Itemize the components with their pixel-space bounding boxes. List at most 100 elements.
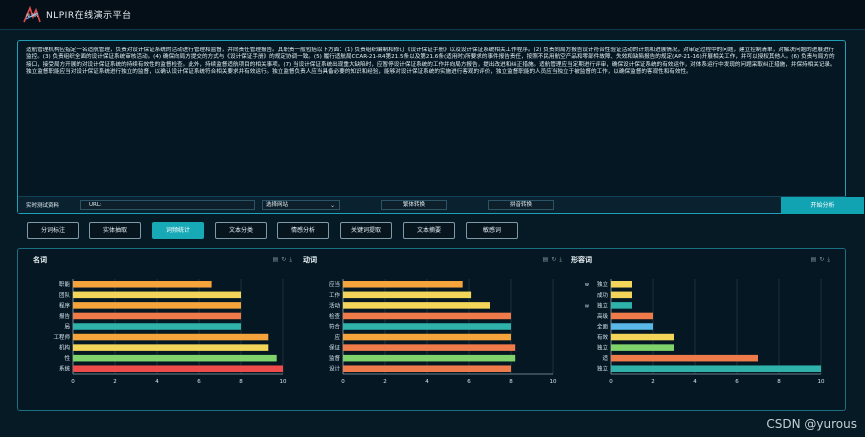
x-tick-label: 10	[550, 379, 557, 385]
start-analysis-button[interactable]: 开始分析	[781, 197, 864, 214]
x-tick-label: 6	[735, 379, 739, 385]
tab-keyword-extraction[interactable]: 关键词提取	[340, 222, 392, 239]
category-label: 活动	[329, 301, 341, 309]
charts-panel: 名词 ▤↻⤓ 0 2 4 6 8 10 职能 团队 程序 报告局工程师 机构性系统 动词 ▤↻⤓ 0…	[17, 248, 846, 411]
download-icon[interactable]: ⤓	[289, 256, 295, 263]
bar	[73, 312, 241, 320]
bar	[611, 344, 674, 351]
download-icon[interactable]: ⤓	[827, 256, 833, 263]
category-label: 独立	[597, 344, 609, 352]
noun-chart-title: 名词	[33, 256, 47, 264]
bar	[343, 323, 511, 330]
bar	[73, 365, 283, 372]
category-label: 应	[334, 333, 340, 341]
x-tick-label: 4	[693, 379, 697, 385]
category-label: 职能	[59, 280, 71, 288]
bar	[343, 291, 472, 299]
bar	[343, 302, 490, 309]
website-select-value: 选择网站	[266, 202, 289, 208]
input-text-area[interactable]: 适航管理机构应指定一名适航管理，负责对设计保证系统的活动进行管理和监督，并向责任…	[26, 47, 838, 193]
category-label: 报告	[59, 312, 71, 320]
bar	[73, 344, 269, 351]
category-label: 工作	[329, 291, 341, 299]
bar	[343, 354, 516, 362]
top-bar: NLPIR NLPIR在线演示平台	[0, 0, 865, 30]
realtime-test-label: 实时测试资料	[26, 203, 60, 209]
download-icon[interactable]: ⤓	[559, 256, 565, 263]
text-panel: 适航管理机构应指定一名适航管理，负责对设计保证系统的活动进行管理和监督，并向责任…	[17, 40, 846, 214]
x-tick-label: 8	[239, 379, 243, 385]
adjective-chart-svg: 0 2 4 6 8 10独立w成功独立w高级全面有效独立适独立	[585, 279, 825, 385]
category-label: 检查	[329, 312, 341, 320]
category-label: 保证	[329, 344, 341, 352]
bar	[73, 281, 212, 288]
adjective-chart-title: 形容词	[571, 256, 592, 264]
tab-entity-extraction[interactable]: 实体抽取	[89, 222, 141, 239]
x-tick-label: 4	[425, 379, 429, 385]
bar	[343, 344, 516, 351]
noun-chart-svg: 0 2 4 6 8 10 职能团队程序报告局工程师机构性系统	[53, 279, 287, 385]
x-tick-label: 0	[341, 379, 345, 385]
category-label: 全面	[597, 322, 609, 330]
bar	[343, 333, 511, 341]
nlpir-logo-icon: NLPIR	[23, 5, 41, 23]
category-label: 适	[602, 354, 608, 362]
x-tick-label: 6	[467, 379, 471, 385]
tab-text-summary[interactable]: 文本摘要	[403, 222, 455, 239]
category-prefix: w	[585, 282, 589, 288]
category-label: 高级	[597, 312, 609, 320]
x-tick-label: 6	[197, 379, 201, 385]
tab-sensitive-words[interactable]: 敏感词	[466, 222, 518, 239]
category-prefix: w	[585, 303, 589, 309]
bar	[611, 302, 632, 309]
category-label: 独立	[597, 301, 609, 309]
tab-segmentation[interactable]: 分词标注	[27, 222, 79, 239]
x-tick-label: 10	[818, 379, 825, 385]
bar	[611, 365, 821, 372]
bar	[611, 291, 632, 299]
save-image-icon[interactable]: ▤	[543, 256, 552, 263]
chevron-down-icon: ⌄	[329, 202, 335, 209]
x-tick-label: 4	[155, 379, 159, 385]
chart-toolbox[interactable]: ▤↻⤓	[811, 256, 833, 264]
x-tick-label: 0	[609, 379, 613, 385]
verb-chart-title: 动词	[303, 256, 317, 264]
bar	[73, 333, 269, 341]
bar	[611, 281, 632, 288]
verb-chart: 动词 ▤↻⤓ 0 2 4 6 8 10 应当 工作 活动 检查 符合应保证 监督 设计	[303, 249, 565, 409]
save-image-icon[interactable]: ▤	[273, 256, 282, 263]
category-label: 机构	[59, 344, 71, 352]
chart-toolbox[interactable]: ▤↻⤓	[543, 256, 565, 264]
chart-toolbox[interactable]: ▤↻⤓	[273, 256, 295, 264]
category-label: 有效	[597, 333, 609, 341]
category-label: 独立	[597, 280, 609, 288]
input-row: 实时测试资料 URL: 选择网站 ⌄ 繁体转换 拼音转换 开始分析	[18, 196, 864, 214]
category-label: 团队	[59, 291, 71, 299]
category-label: 独立	[597, 365, 609, 373]
bar	[73, 302, 241, 309]
category-label: 符合	[329, 322, 341, 330]
url-input[interactable]: URL:	[80, 200, 255, 210]
bar	[611, 323, 653, 330]
pinyin-convert-button[interactable]: 拼音转换	[488, 200, 554, 210]
bar	[73, 354, 277, 362]
website-select[interactable]: 选择网站 ⌄	[262, 200, 340, 210]
category-label: 设计	[329, 365, 341, 373]
save-image-icon[interactable]: ▤	[811, 256, 820, 263]
category-label: 局	[64, 323, 70, 330]
traditional-convert-button[interactable]: 繁体转换	[381, 200, 447, 210]
x-tick-label: 8	[777, 379, 781, 385]
bar	[611, 333, 674, 341]
tab-word-frequency[interactable]: 词频统计	[152, 222, 204, 239]
logo-text: NLPIR	[26, 13, 38, 18]
x-tick-label: 0	[71, 379, 75, 385]
tab-sentiment-analysis[interactable]: 情感分析	[277, 222, 329, 239]
tab-text-classification[interactable]: 文本分类	[215, 222, 267, 239]
x-tick-label: 2	[113, 379, 117, 385]
bar	[611, 312, 653, 320]
category-label: 成功	[597, 291, 609, 299]
bar	[343, 312, 511, 320]
bar	[73, 291, 241, 299]
x-tick-label: 2	[651, 379, 655, 385]
bar	[343, 365, 511, 372]
